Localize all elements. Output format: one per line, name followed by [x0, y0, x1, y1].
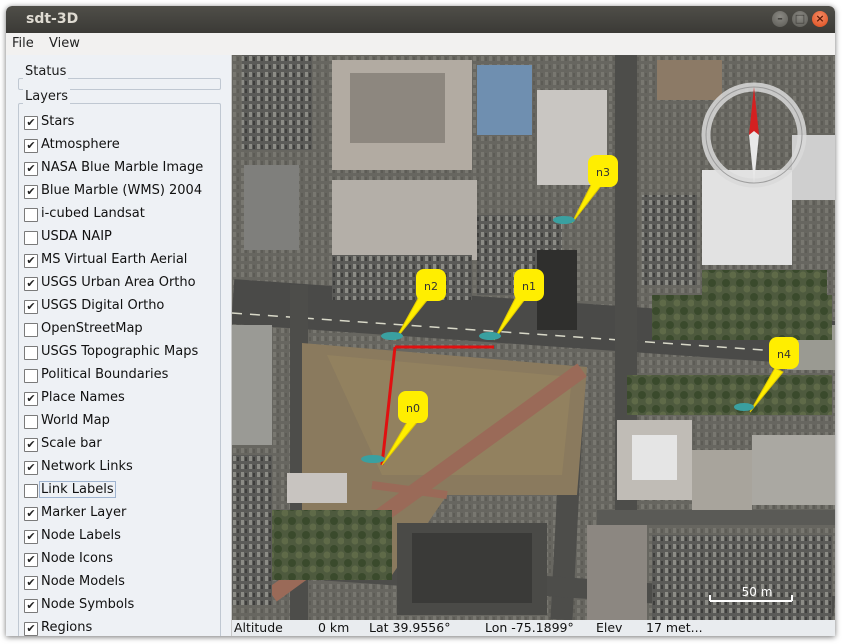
elev-value: 17 met... — [646, 620, 703, 635]
layer-checkbox[interactable]: ✔ — [24, 162, 38, 176]
layer-label: Node Labels — [41, 528, 121, 543]
layer-label: Node Models — [41, 574, 125, 589]
menu-file[interactable]: File — [12, 36, 34, 51]
layer-label: Political Boundaries — [41, 367, 169, 382]
layer-checkbox[interactable]: ✔ — [24, 530, 38, 544]
layer-checkbox[interactable] — [24, 323, 38, 337]
layers-group-title: Layers — [23, 89, 71, 104]
layers-panel: Status Layers ✔ Stars ✔ Atmosphere ✔ NASA Blu… — [6, 55, 232, 636]
longitude-readout: Lon -75.1899° — [485, 620, 574, 635]
layer-label: Link Labels — [39, 481, 116, 498]
layer-label: MS Virtual Earth Aerial — [41, 252, 188, 267]
layer-label: Place Names — [41, 390, 125, 405]
title-bar: sdt-3D – □ × — [6, 6, 835, 33]
layer-label: Marker Layer — [41, 505, 127, 520]
layer-label: USGS Urban Area Ortho — [41, 275, 196, 290]
layer-checkbox[interactable]: ✔ — [24, 438, 38, 452]
latitude-readout: Lat 39.9556° — [369, 620, 451, 635]
layer-checkbox[interactable]: ✔ — [24, 507, 38, 521]
maximize-button[interactable]: □ — [792, 11, 808, 27]
layer-label: Node Icons — [41, 551, 114, 566]
layer-checkbox[interactable]: ✔ — [24, 553, 38, 567]
map-view[interactable]: n0 n1 n2 n3 n4 50 m — [232, 55, 835, 620]
status-bar: Altitude 0 km Lat 39.9556° Lon -75.1899°… — [232, 620, 835, 636]
layer-label: Regions — [41, 620, 93, 635]
layer-checkbox[interactable]: ✔ — [24, 622, 38, 636]
node-label-n3: n3 — [596, 166, 610, 179]
layer-label: Stars — [41, 114, 75, 129]
layer-checkbox[interactable] — [24, 231, 38, 245]
layer-checkbox[interactable] — [24, 346, 38, 360]
layer-label: Atmosphere — [41, 137, 120, 152]
layer-checkbox[interactable] — [24, 484, 38, 498]
layer-label: NASA Blue Marble Image — [41, 160, 204, 175]
layer-checkbox[interactable]: ✔ — [24, 599, 38, 613]
layer-label: World Map — [41, 413, 110, 428]
menu-view[interactable]: View — [49, 36, 80, 51]
layer-checkbox[interactable]: ✔ — [24, 277, 38, 291]
layer-checkbox[interactable] — [24, 415, 38, 429]
layer-label: Blue Marble (WMS) 2004 — [41, 183, 203, 198]
layer-label: i-cubed Landsat — [41, 206, 145, 221]
layer-label: Scale bar — [41, 436, 102, 451]
layer-checkbox[interactable]: ✔ — [24, 300, 38, 314]
node-label-n0: n0 — [406, 402, 420, 415]
node-label-n2: n2 — [424, 280, 438, 293]
window-title: sdt-3D — [26, 11, 79, 27]
layer-checkbox[interactable]: ✔ — [24, 392, 38, 406]
altitude-label: Altitude — [234, 620, 283, 635]
status-group-title: Status — [23, 64, 69, 79]
layer-label: Node Symbols — [41, 597, 135, 612]
layer-label: Network Links — [41, 459, 133, 474]
layer-checkbox[interactable]: ✔ — [24, 139, 38, 153]
layer-checkbox[interactable]: ✔ — [24, 254, 38, 268]
layer-label: OpenStreetMap — [41, 321, 143, 336]
scale-label: 50 m — [742, 585, 773, 599]
close-button[interactable]: × — [812, 11, 828, 27]
layer-checkbox[interactable] — [24, 369, 38, 383]
app-window: sdt-3D – □ × File View Status Layers ✔ St… — [6, 6, 835, 636]
menu-bar: File View — [6, 33, 835, 55]
minimize-button[interactable]: – — [772, 11, 788, 27]
elev-label: Elev — [596, 620, 623, 635]
layer-label: USGS Digital Ortho — [41, 298, 165, 313]
node-label-n1: n1 — [522, 280, 536, 293]
layer-checkbox[interactable] — [24, 208, 38, 222]
layer-label: USGS Topographic Maps — [41, 344, 199, 359]
satellite-map[interactable]: n0 n1 n2 n3 n4 50 m — [232, 55, 835, 620]
layer-checkbox[interactable]: ✔ — [24, 116, 38, 130]
layer-label: USDA NAIP — [41, 229, 112, 244]
altitude-value: 0 km — [318, 620, 350, 635]
layer-checkbox[interactable]: ✔ — [24, 576, 38, 590]
node-label-n4: n4 — [777, 348, 791, 361]
layer-checkbox[interactable]: ✔ — [24, 461, 38, 475]
layer-checkbox[interactable]: ✔ — [24, 185, 38, 199]
